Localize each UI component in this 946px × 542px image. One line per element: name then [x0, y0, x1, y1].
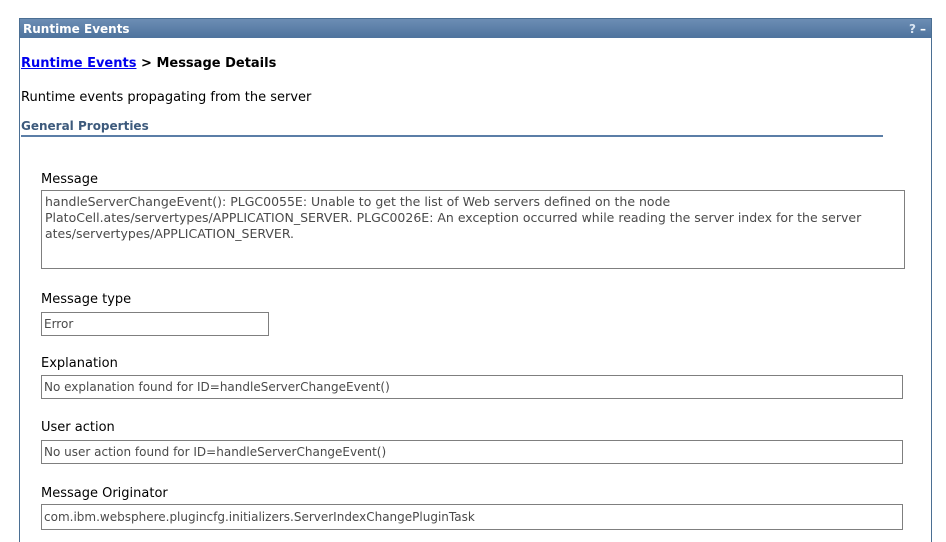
panel-titlebar: Runtime Events ? –: [20, 19, 931, 38]
user-action-field[interactable]: No user action found for ID=handleServer…: [41, 440, 903, 464]
originator-label: Message Originator: [41, 486, 168, 501]
message-label: Message: [41, 172, 98, 187]
titlebar-controls: ? –: [909, 23, 931, 35]
minimize-icon[interactable]: –: [920, 23, 926, 35]
help-icon[interactable]: ?: [909, 23, 916, 35]
message-field[interactable]: handleServerChangeEvent(): PLGC0055E: Un…: [41, 190, 905, 269]
user-action-label: User action: [41, 420, 115, 435]
message-type-field[interactable]: Error: [41, 312, 269, 336]
breadcrumb-link-runtime-events[interactable]: Runtime Events: [21, 56, 136, 71]
originator-field[interactable]: com.ibm.websphere.plugincfg.initializers…: [41, 504, 903, 530]
panel-title: Runtime Events: [23, 21, 130, 36]
message-type-label: Message type: [41, 292, 132, 307]
breadcrumb-separator: >: [141, 56, 152, 71]
page-description: Runtime events propagating from the serv…: [21, 90, 312, 105]
explanation-field[interactable]: No explanation found for ID=handleServer…: [41, 375, 903, 399]
breadcrumb-current: Message Details: [156, 56, 277, 71]
breadcrumb: Runtime Events > Message Details: [21, 56, 276, 71]
explanation-label: Explanation: [41, 356, 118, 371]
section-general-properties: General Properties: [21, 119, 883, 137]
